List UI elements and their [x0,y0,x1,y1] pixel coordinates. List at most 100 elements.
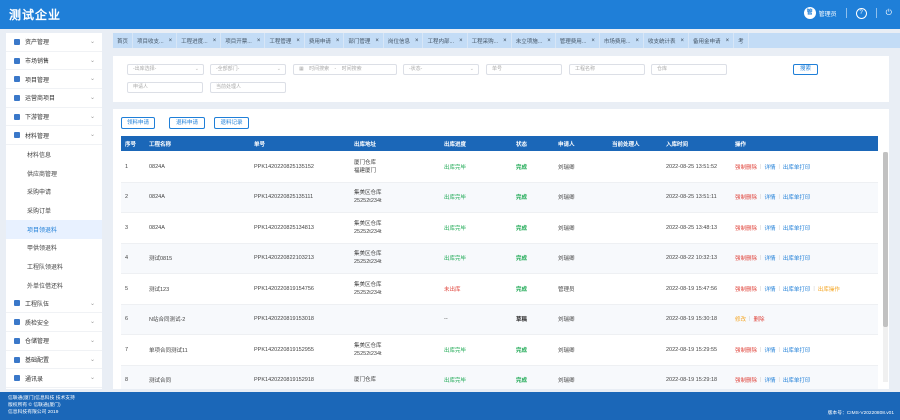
sidebar-group-item[interactable]: 仓储管理 ⌄ [6,332,102,351]
pick-material-button[interactable]: 领料申请 [121,117,155,129]
close-icon[interactable]: × [296,38,300,44]
sidebar-group-item[interactable]: 市场销售 ⌄ [6,52,102,71]
project-name: 0824A [149,224,165,231]
company-select[interactable]: -全部部门- ⌄ [210,64,286,75]
user-menu[interactable]: 管 管理员 [803,7,837,19]
tab-item[interactable]: 市场费用... × [600,33,645,48]
column-header: 序号 [125,141,137,148]
action-link[interactable]: 强制删除 [735,193,757,201]
tab-item[interactable]: 工程进度... × [177,33,222,48]
vertical-scrollbar[interactable] [883,152,888,382]
sidebar-group-item[interactable]: 基础配置 ⌄ [6,351,102,370]
tab-item[interactable]: 部门管理 × [344,33,384,48]
status-badge: 完成 [516,378,528,385]
action-link[interactable]: 详情 [764,163,775,171]
tab-item[interactable]: 未立项施... × [512,33,556,48]
close-icon[interactable]: × [503,38,507,44]
action-link[interactable]: 出库单打印 [783,376,811,384]
action-link[interactable]: 出库单打印 [783,224,811,232]
action-link[interactable]: 强制删除 [735,346,757,354]
action-link[interactable]: 强制删除 [735,285,757,293]
action-link[interactable]: 详情 [764,224,775,232]
applicant: 刘瑞卿 [558,225,575,232]
close-icon[interactable]: × [213,38,217,44]
tab-item[interactable]: 收支统计表 × [644,33,690,48]
action-link[interactable]: 强制删除 [735,254,757,262]
status-select[interactable]: -状态- ⌄ [403,64,479,75]
action-link[interactable]: 强制删除 [735,224,757,232]
sidebar-sub-item[interactable]: 材料信息 [6,145,102,164]
action-divider: | [778,285,780,292]
sidebar-sub-item[interactable]: 工程队领退料 [6,257,102,276]
sidebar-group-item[interactable]: 材料管理 ⌄ [6,126,102,146]
sidebar-sub-item[interactable]: 甲供领退料 [6,239,102,258]
row-actions: 强制删除 | 详情 | 出库单打印 [735,366,810,390]
action-link[interactable]: 详情 [764,346,775,354]
close-icon[interactable]: × [459,38,463,44]
warehouse-input[interactable]: 仓库 [651,64,727,75]
action-link[interactable]: 详情 [764,254,775,262]
close-icon[interactable]: × [591,38,595,44]
sidebar-group-item[interactable]: 工程队伍 ⌄ [6,295,102,314]
action-link[interactable]: 出库单打印 [783,163,811,171]
scrollbar-thumb[interactable] [883,152,888,327]
address-line: 25252t234t [354,198,382,205]
sidebar-sub-item[interactable]: 项目领退料 [6,219,102,239]
close-icon[interactable]: × [726,38,730,44]
action-link[interactable]: 出库单打印 [783,346,811,354]
action-link[interactable]: 详情 [764,285,775,293]
sidebar-sub-item[interactable]: 采购订单 [6,201,102,220]
action-link[interactable]: 出库单打印 [783,193,811,201]
tab-item[interactable]: 工程管理 × [265,33,305,48]
sidebar-group-item[interactable]: 通讯录 ⌄ [6,369,102,389]
tab-item[interactable]: 考 [734,33,749,48]
tab-item[interactable]: 项目开票... × [221,33,266,48]
sidebar-sub-item[interactable]: 供应商管理 [6,164,102,183]
close-icon[interactable]: × [547,38,551,44]
close-icon[interactable]: × [681,38,685,44]
date-range-input[interactable]: ▦ 时间搜索 - 时间搜索 [293,64,397,75]
sidebar-group-item[interactable]: 项目管理 ⌄ [6,70,102,90]
order-number: PPK1420220819153018 [254,316,314,323]
action-link[interactable]: 强制删除 [735,376,757,384]
tab-item[interactable]: 首页 [113,33,134,48]
action-link[interactable]: 修改 [735,315,746,323]
action-link[interactable]: 删除 [753,315,764,323]
action-link[interactable]: 出库单打印 [783,254,811,262]
tab-item[interactable]: 工程采购... × [468,33,512,48]
sidebar-group-item[interactable]: 下游管理 ⌄ [6,108,102,127]
action-link[interactable]: 详情 [764,376,775,384]
return-material-button[interactable]: 退料申请 [169,117,205,129]
sidebar-sub-item[interactable]: 采购申请 [6,183,102,202]
sidebar-group-item[interactable]: 质检安全 ⌄ [6,313,102,332]
close-icon[interactable]: × [636,38,640,44]
sidebar-group-item[interactable]: 运营商项目 ⌄ [6,89,102,108]
tab-item[interactable]: 管理费用... × [556,33,600,48]
project-name-input[interactable]: 工程名称 [569,64,645,75]
project-select[interactable]: -出库选择- ⌄ [127,64,204,75]
sidebar-group-item[interactable]: 资产管理 ⌄ [6,33,102,52]
sidebar-group-label: 通讯录 [25,376,44,383]
action-link[interactable]: 强制删除 [735,163,757,171]
handler-input[interactable]: 当前处理人 [210,82,286,93]
return-record-button[interactable]: 退料记录 [214,117,249,129]
action-link[interactable]: 出库操作 [818,285,840,293]
order-no-input[interactable]: 单号 [486,64,562,75]
tab-item[interactable]: 岗位信息 × [384,33,424,48]
close-icon[interactable]: × [257,38,261,44]
sidebar-sub-item[interactable]: 外单位借还料 [6,276,102,295]
tab-item[interactable]: 项目收支... × [133,33,178,48]
tab-item[interactable]: 费用申请 × [305,33,345,48]
tab-item[interactable]: 备用金申请 × [689,33,735,48]
search-button[interactable]: 搜索 [793,64,818,75]
close-icon[interactable]: × [375,38,379,44]
close-icon[interactable]: × [169,38,173,44]
action-link[interactable]: 详情 [764,193,775,201]
close-icon[interactable]: × [336,38,340,44]
applicant-input[interactable]: 申请人 [127,82,203,93]
close-icon[interactable]: × [415,38,419,44]
help-icon[interactable]: ? [855,7,867,19]
logout-icon[interactable]: ⏻ [886,8,892,18]
action-link[interactable]: 出库单打印 [783,285,811,293]
tab-item[interactable]: 工程内部... × [423,33,468,48]
